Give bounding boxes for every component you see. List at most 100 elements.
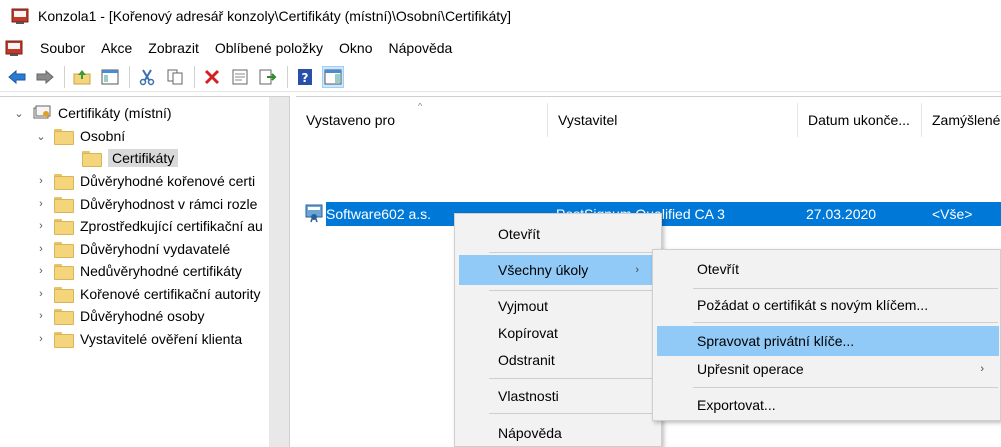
- menu-napoveda[interactable]: Nápověda: [381, 36, 461, 60]
- folder-icon: [54, 129, 74, 145]
- folder-icon: [54, 174, 74, 190]
- folder-icon: [82, 151, 102, 167]
- menu-item-label: Upřesnit operace: [697, 361, 804, 377]
- menu-soubor[interactable]: Soubor: [32, 36, 93, 60]
- submenu-item-manage-private-keys[interactable]: Spravovat privátní klíče...: [657, 326, 999, 356]
- tree-item-trusted-people[interactable]: › Důvěryhodné osoby: [34, 305, 270, 327]
- cell-expiry: 27.03.2020: [806, 206, 877, 222]
- title-bar: Konzola1 - [Kořenový adresář konzoly\Cer…: [0, 0, 1001, 32]
- menu-item-cut[interactable]: Vyjmout: [455, 291, 661, 321]
- chevron-right-icon[interactable]: ›: [34, 220, 48, 232]
- sort-ascending-icon: ^: [418, 103, 423, 111]
- menu-oblibene[interactable]: Oblíbené položky: [207, 36, 331, 60]
- properties-icon[interactable]: [229, 66, 251, 88]
- menu-item-all-tasks[interactable]: Všechny úkoly ›: [459, 255, 655, 285]
- delete-icon[interactable]: [201, 66, 223, 88]
- tree-item-enterprise-trust[interactable]: › Důvěryhodnost v rámci rozle: [34, 193, 270, 215]
- export-list-icon[interactable]: [257, 66, 279, 88]
- tree-item-client-auth-issuers[interactable]: › Vystavitelé ověření klienta: [34, 328, 270, 350]
- column-issued-to[interactable]: ^ Vystaveno pro: [296, 103, 548, 137]
- chevron-right-icon: ›: [980, 363, 984, 375]
- submenu-item-advanced-operations[interactable]: Upřesnit operace ›: [653, 354, 1000, 384]
- menu-separator: [489, 252, 659, 253]
- toolbar-separator: [64, 65, 65, 88]
- tree-item-untrusted[interactable]: › Nedůvěryhodné certifikáty: [34, 260, 270, 282]
- tree-scrollbar[interactable]: [269, 97, 289, 447]
- back-arrow-icon[interactable]: [6, 66, 28, 88]
- submenu-item-export[interactable]: Exportovat...: [653, 390, 1000, 420]
- menu-separator: [693, 322, 998, 323]
- tree-label: Důvěryhodnost v rámci rozle: [80, 196, 258, 212]
- copy-icon[interactable]: [164, 66, 186, 88]
- tree-label: Důvěryhodné osoby: [80, 308, 205, 324]
- menu-separator: [693, 387, 998, 388]
- folder-icon: [54, 219, 74, 235]
- help-icon[interactable]: ?: [294, 66, 316, 88]
- folder-icon: [54, 309, 74, 325]
- svg-text:?: ?: [302, 71, 309, 85]
- folder-icon: [54, 332, 74, 348]
- chevron-right-icon[interactable]: ›: [34, 265, 48, 277]
- menu-item-copy[interactable]: Kopírovat: [455, 318, 661, 348]
- tree-item-certificates[interactable]: Certifikáty: [62, 147, 179, 169]
- cell-issued-to: Software602 a.s.: [326, 206, 432, 222]
- cut-icon[interactable]: [136, 66, 158, 88]
- chevron-right-icon[interactable]: ›: [34, 175, 48, 187]
- menu-item-help[interactable]: Nápověda: [455, 418, 661, 447]
- window-title: Konzola1 - [Kořenový adresář konzoly\Cer…: [38, 8, 512, 24]
- chevron-right-icon[interactable]: ›: [34, 333, 48, 345]
- column-issuer[interactable]: Vystavitel: [548, 103, 798, 137]
- chevron-down-icon[interactable]: ⌄: [12, 107, 26, 120]
- toolbar-separator: [194, 65, 195, 88]
- menu-item-properties[interactable]: Vlastnosti: [455, 381, 661, 411]
- action-pane-icon[interactable]: [322, 65, 344, 88]
- context-menu: Otevřít Všechny úkoly › Vyjmout Kopírova…: [454, 213, 662, 447]
- show-tree-icon[interactable]: [99, 66, 121, 88]
- tree-item-certificates-local[interactable]: ⌄ Certifikáty (místní): [12, 102, 172, 124]
- tree-label: Certifikáty: [108, 149, 179, 167]
- column-label: Datum ukonče...: [808, 112, 910, 128]
- chevron-right-icon[interactable]: ›: [34, 243, 48, 255]
- chevron-right-icon[interactable]: ›: [34, 288, 48, 300]
- menu-akce[interactable]: Akce: [93, 36, 140, 60]
- certificate-icon: [304, 201, 324, 223]
- up-folder-icon[interactable]: [71, 66, 93, 88]
- tree-label: Vystavitelé ověření klienta: [80, 331, 243, 347]
- submenu-item-open[interactable]: Otevřít: [653, 254, 1000, 284]
- tree-label: Osobní: [80, 128, 126, 144]
- tree-item-personal[interactable]: ⌄ Osobní: [34, 125, 125, 147]
- console-menu-icon[interactable]: [4, 38, 24, 58]
- tree-label: Certifikáty (místní): [58, 105, 172, 121]
- submenu-item-renew-new-key[interactable]: Požádat o certifikát s novým klíčem...: [653, 290, 1000, 320]
- folder-icon: [54, 242, 74, 258]
- column-purpose[interactable]: Zamýšlené: [922, 103, 1001, 137]
- tree-item-root-ca[interactable]: › Kořenové certifikační autority: [34, 283, 270, 305]
- tree-item-trusted-publishers[interactable]: › Důvěryhodní vydavatelé: [34, 238, 270, 260]
- menu-item-open[interactable]: Otevřít: [455, 219, 661, 249]
- tree-item-trusted-root[interactable]: › Důvěryhodné kořenové certi: [34, 170, 270, 192]
- chevron-right-icon[interactable]: ›: [34, 310, 48, 322]
- menu-bar: Soubor Akce Zobrazit Oblíbené položky Ok…: [0, 36, 1001, 60]
- chevron-down-icon[interactable]: ⌄: [34, 130, 48, 143]
- tree-label: Důvěryhodní vydavatelé: [80, 241, 231, 257]
- menu-separator: [489, 413, 659, 414]
- column-expiry[interactable]: Datum ukonče...: [798, 103, 922, 137]
- menu-separator: [489, 378, 659, 379]
- menu-item-delete[interactable]: Odstranit: [455, 345, 661, 375]
- tree-label: Kořenové certifikační autority: [80, 286, 261, 302]
- menu-okno[interactable]: Okno: [331, 36, 380, 60]
- menu-zobrazit[interactable]: Zobrazit: [140, 36, 207, 60]
- folder-icon: [54, 197, 74, 213]
- console-tree: ⌄ Certifikáty (místní) ⌄ Osobní Certifik…: [0, 96, 290, 447]
- column-label: Vystaveno pro: [306, 112, 395, 128]
- menu-item-label: Všechny úkoly: [498, 262, 589, 278]
- tree-item-intermediate-ca[interactable]: › Zprostředkující certifikační au: [34, 215, 270, 237]
- forward-arrow-icon[interactable]: [34, 66, 56, 88]
- certificate-store-icon: [32, 104, 52, 122]
- chevron-right-icon[interactable]: ›: [34, 198, 48, 210]
- cell-purpose: <Vše>: [932, 206, 973, 222]
- chevron-right-icon: ›: [635, 264, 639, 276]
- toolbar-separator: [129, 65, 130, 88]
- all-tasks-submenu: Otevřít Požádat o certifikát s novým klí…: [652, 249, 1001, 421]
- tree-label: Zprostředkující certifikační au: [80, 218, 263, 234]
